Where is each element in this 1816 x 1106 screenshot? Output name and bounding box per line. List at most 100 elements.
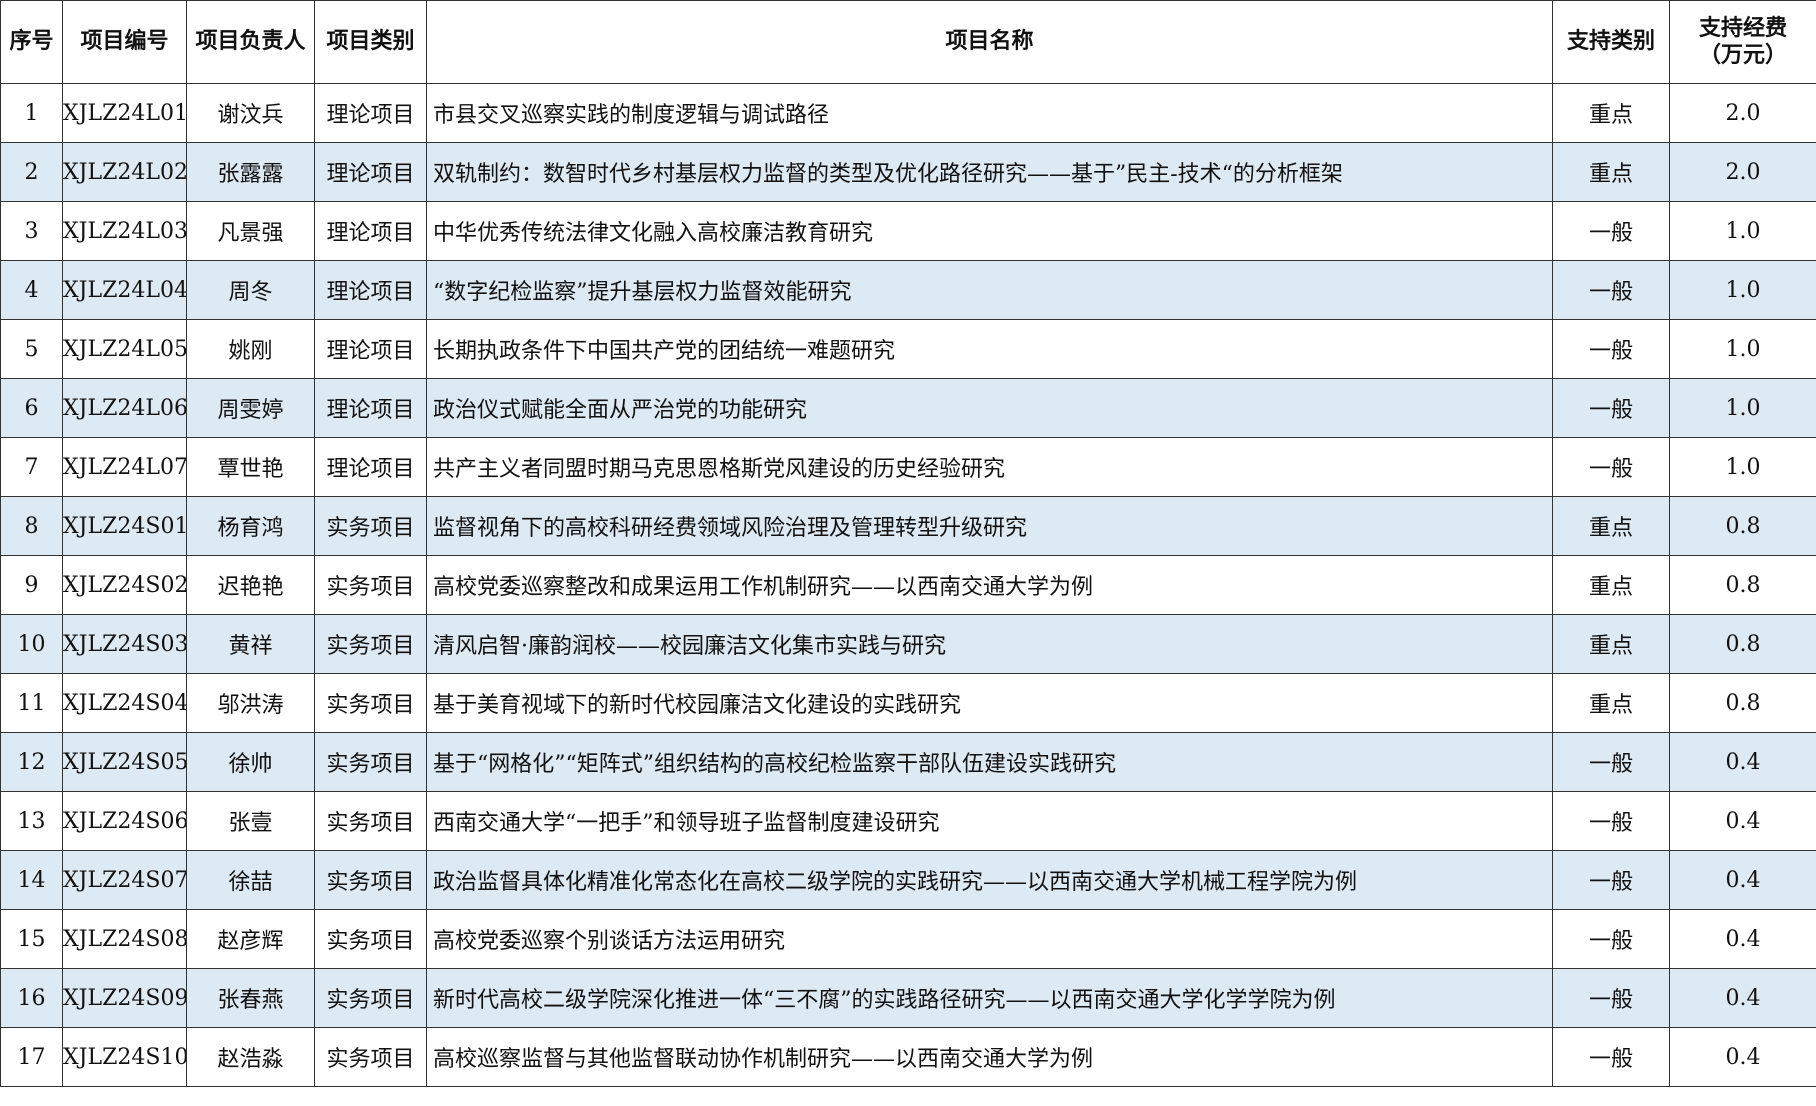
cell-code: XJLZ24S05 <box>62 732 187 792</box>
cell-leader: 张壹 <box>186 791 315 851</box>
cell-code: XJLZ24S07 <box>62 850 187 910</box>
cell-leader: 张露露 <box>186 142 315 202</box>
cell-category: 实务项目 <box>314 968 427 1028</box>
cell-leader: 凡景强 <box>186 201 315 261</box>
cell-seq: 4 <box>0 260 63 320</box>
cell-code: XJLZ24S04 <box>62 673 187 733</box>
header-funding-line2: （万元） <box>1698 43 1787 68</box>
cell-seq: 6 <box>0 378 63 438</box>
cell-support: 一般 <box>1552 260 1670 320</box>
cell-name: 新时代高校二级学院深化推进一体“三不腐”的实践路径研究——以西南交通大学化学学院… <box>426 968 1553 1028</box>
cell-code: XJLZ24L04 <box>62 260 187 320</box>
header-leader: 项目负责人 <box>186 0 315 84</box>
cell-support: 重点 <box>1552 83 1670 143</box>
cell-seq: 5 <box>0 319 63 379</box>
cell-name: “数字纪检监察”提升基层权力监督效能研究 <box>426 260 1553 320</box>
cell-funding: 2.0 <box>1669 142 1816 202</box>
cell-seq: 16 <box>0 968 63 1028</box>
cell-support: 一般 <box>1552 850 1670 910</box>
cell-code: XJLZ24S03 <box>62 614 187 674</box>
cell-seq: 10 <box>0 614 63 674</box>
cell-name: 基于“网格化”“矩阵式”组织结构的高校纪检监察干部队伍建设实践研究 <box>426 732 1553 792</box>
cell-name: 高校党委巡察整改和成果运用工作机制研究——以西南交通大学为例 <box>426 555 1553 615</box>
cell-leader: 徐帅 <box>186 732 315 792</box>
cell-seq: 2 <box>0 142 63 202</box>
cell-code: XJLZ24S02 <box>62 555 187 615</box>
cell-category: 实务项目 <box>314 909 427 969</box>
table-row: 4 XJLZ24L04 周冬 理论项目 “数字纪检监察”提升基层权力监督效能研究 一般 1.… <box>0 260 1816 320</box>
cell-leader: 迟艳艳 <box>186 555 315 615</box>
cell-leader: 周雯婷 <box>186 378 315 438</box>
cell-seq: 11 <box>0 673 63 733</box>
cell-leader: 杨育鸿 <box>186 496 315 556</box>
cell-name: 西南交通大学“一把手”和领导班子监督制度建设研究 <box>426 791 1553 851</box>
cell-support: 重点 <box>1552 614 1670 674</box>
cell-leader: 周冬 <box>186 260 315 320</box>
header-funding-line1: 支持经费 <box>1698 15 1787 41</box>
header-funding: 支持经费 （万元） <box>1669 0 1816 84</box>
table-row: 1 XJLZ24L01 谢汶兵 理论项目 市县交叉巡察实践的制度逻辑与调试路径 重点 2.0 <box>0 83 1816 143</box>
table-row: 15 XJLZ24S08 赵彦辉 实务项目 高校党委巡察个别谈话方法运用研究 一般 0.4 <box>0 909 1816 969</box>
cell-support: 一般 <box>1552 1027 1670 1087</box>
cell-name: 双轨制约：数智时代乡村基层权力监督的类型及优化路径研究——基于”民主-技术“的分… <box>426 142 1553 202</box>
cell-category: 理论项目 <box>314 260 427 320</box>
cell-category: 理论项目 <box>314 83 427 143</box>
cell-category: 理论项目 <box>314 201 427 261</box>
cell-name: 监督视角下的高校科研经费领域风险治理及管理转型升级研究 <box>426 496 1553 556</box>
cell-code: XJLZ24S01 <box>62 496 187 556</box>
cell-seq: 13 <box>0 791 63 851</box>
cell-funding: 2.0 <box>1669 83 1816 143</box>
cell-funding: 1.0 <box>1669 201 1816 261</box>
table-row: 17 XJLZ24S10 赵浩淼 实务项目 高校巡察监督与其他监督联动协作机制研究——以… <box>0 1027 1816 1087</box>
cell-support: 重点 <box>1552 555 1670 615</box>
cell-code: XJLZ24L07 <box>62 437 187 497</box>
cell-funding: 0.8 <box>1669 496 1816 556</box>
cell-leader: 黄祥 <box>186 614 315 674</box>
cell-seq: 15 <box>0 909 63 969</box>
table-row: 3 XJLZ24L03 凡景强 理论项目 中华优秀传统法律文化融入高校廉洁教育研究 一般 1… <box>0 201 1816 261</box>
table-row: 5 XJLZ24L05 姚刚 理论项目 长期执政条件下中国共产党的团结统一难题研究 一般 1… <box>0 319 1816 379</box>
cell-category: 实务项目 <box>314 791 427 851</box>
table-row: 10 XJLZ24S03 黄祥 实务项目 清风启智·廉韵润校——校园廉洁文化集市实践与研… <box>0 614 1816 674</box>
cell-support: 一般 <box>1552 201 1670 261</box>
header-category: 项目类别 <box>314 0 427 84</box>
cell-funding: 0.4 <box>1669 791 1816 851</box>
cell-category: 理论项目 <box>314 319 427 379</box>
cell-leader: 徐喆 <box>186 850 315 910</box>
cell-name: 高校巡察监督与其他监督联动协作机制研究——以西南交通大学为例 <box>426 1027 1553 1087</box>
cell-seq: 17 <box>0 1027 63 1087</box>
table-row: 12 XJLZ24S05 徐帅 实务项目 基于“网格化”“矩阵式”组织结构的高校纪检监察… <box>0 732 1816 792</box>
cell-code: XJLZ24L05 <box>62 319 187 379</box>
cell-leader: 姚刚 <box>186 319 315 379</box>
cell-funding: 1.0 <box>1669 260 1816 320</box>
cell-support: 重点 <box>1552 142 1670 202</box>
cell-support: 一般 <box>1552 437 1670 497</box>
cell-name: 市县交叉巡察实践的制度逻辑与调试路径 <box>426 83 1553 143</box>
cell-code: XJLZ24S06 <box>62 791 187 851</box>
cell-code: XJLZ24S09 <box>62 968 187 1028</box>
cell-category: 实务项目 <box>314 850 427 910</box>
table-row: 2 XJLZ24L02 张露露 理论项目 双轨制约：数智时代乡村基层权力监督的类型及优化… <box>0 142 1816 202</box>
cell-category: 实务项目 <box>314 673 427 733</box>
header-seq: 序号 <box>0 0 63 84</box>
cell-name: 高校党委巡察个别谈话方法运用研究 <box>426 909 1553 969</box>
cell-seq: 1 <box>0 83 63 143</box>
cell-leader: 赵浩淼 <box>186 1027 315 1087</box>
table-row: 14 XJLZ24S07 徐喆 实务项目 政治监督具体化精准化常态化在高校二级学院的实践… <box>0 850 1816 910</box>
cell-funding: 0.4 <box>1669 909 1816 969</box>
cell-leader: 覃世艳 <box>186 437 315 497</box>
table-row: 7 XJLZ24L07 覃世艳 理论项目 共产主义者同盟时期马克思恩格斯党风建设的历史经… <box>0 437 1816 497</box>
header-code: 项目编号 <box>62 0 187 84</box>
cell-seq: 8 <box>0 496 63 556</box>
cell-seq: 12 <box>0 732 63 792</box>
cell-seq: 9 <box>0 555 63 615</box>
cell-seq: 14 <box>0 850 63 910</box>
project-table: 序号 项目编号 项目负责人 项目类别 项目名称 支持类别 支持经费 （万元） 1… <box>0 0 1816 1087</box>
cell-name: 政治仪式赋能全面从严治党的功能研究 <box>426 378 1553 438</box>
cell-code: XJLZ24L01 <box>62 83 187 143</box>
cell-name: 共产主义者同盟时期马克思恩格斯党风建设的历史经验研究 <box>426 437 1553 497</box>
cell-funding: 0.4 <box>1669 968 1816 1028</box>
cell-leader: 张春燕 <box>186 968 315 1028</box>
cell-category: 实务项目 <box>314 555 427 615</box>
cell-category: 理论项目 <box>314 437 427 497</box>
